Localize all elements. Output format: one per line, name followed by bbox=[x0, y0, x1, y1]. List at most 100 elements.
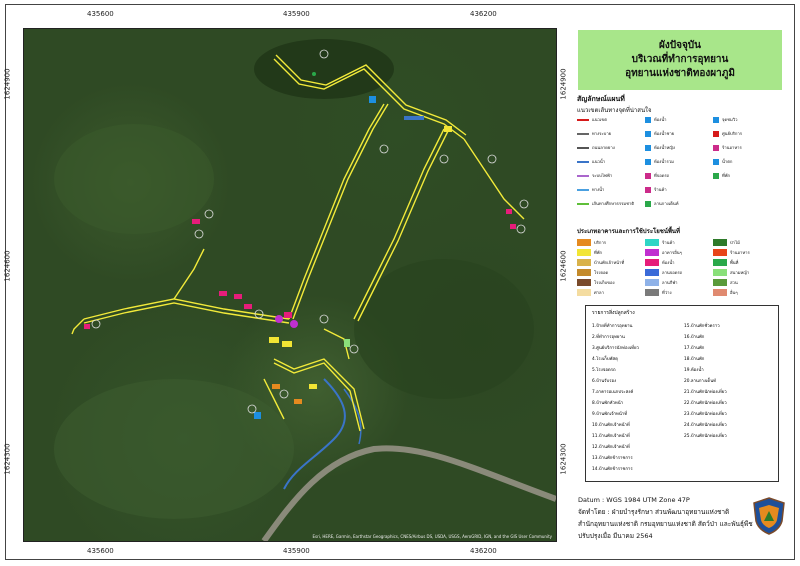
legend-symbol-item: จุดชมวิว bbox=[713, 116, 737, 123]
line-swatch bbox=[577, 146, 589, 149]
poi-swatch-icon bbox=[645, 186, 651, 193]
legend-symbol-item: ห้องน้ำหญิง bbox=[645, 144, 675, 151]
name-list-heading: รายการสิ่งปลูกสร้าง bbox=[592, 310, 635, 316]
y-tick-right-3: 1624300 bbox=[559, 443, 568, 475]
landuse-label: ห้องน้ำ bbox=[662, 260, 675, 265]
legend-symbol-label: ศูนย์บริการ bbox=[722, 131, 743, 136]
legend-symbol-label: ระบบไฟฟ้า bbox=[592, 173, 613, 178]
poi-icons[interactable] bbox=[254, 72, 376, 419]
name-list-item: 10.บ้านพักเจ้าหน้าที่ bbox=[592, 423, 630, 428]
poi-swatch-icon bbox=[645, 116, 651, 123]
name-list-item: 13.บ้านพักข้าราชการ bbox=[592, 456, 633, 461]
landuse-item: ที่ว่าง bbox=[645, 289, 672, 296]
landuse-swatch bbox=[577, 239, 591, 246]
name-list-item: 12.บ้านพักเจ้าหน้าที่ bbox=[592, 445, 630, 450]
landuse-item: อื่นๆ bbox=[713, 289, 738, 296]
legend-symbol-item: แนวน้ำ bbox=[577, 158, 605, 165]
landuse-item: บ้านพักเจ้าหน้าที่ bbox=[577, 259, 624, 266]
legend-symbol-label: แนวน้ำ bbox=[592, 159, 606, 164]
landuse-label: โรงเก็บของ bbox=[594, 280, 615, 285]
name-list-item: 8.บ้านพักหัวหน้า bbox=[592, 401, 624, 406]
landuse-item: บริการ bbox=[577, 239, 606, 246]
legend-heading: สัญลักษณ์แผนที่ bbox=[577, 95, 625, 103]
landuse-label: ที่พัก bbox=[594, 250, 603, 255]
poi-swatch-icon bbox=[713, 130, 719, 137]
forest-patch bbox=[254, 39, 394, 99]
landuse-swatch bbox=[645, 279, 659, 286]
map-overlay bbox=[54, 39, 556, 541]
landuse-swatch bbox=[577, 249, 591, 256]
landuse-swatch bbox=[577, 259, 591, 266]
x-tick-top-2: 435900 bbox=[283, 10, 310, 18]
landuse-label: ร้านอาหาร bbox=[730, 250, 750, 255]
landuse-swatch bbox=[713, 259, 727, 266]
name-list-item: 20.ลานกางเต็นท์ bbox=[684, 379, 716, 384]
landuse-item: ลานกีฬา bbox=[645, 279, 678, 286]
landuse-swatch bbox=[645, 269, 659, 276]
y-tick-left-2: 1624600 bbox=[3, 250, 12, 282]
legend-symbol-item: น้ำตก bbox=[713, 158, 732, 165]
map-footer: Datum : WGS 1984 UTM Zone 47P จัดทำโดย :… bbox=[578, 494, 753, 542]
landuse-swatch bbox=[713, 239, 727, 246]
name-list-item: 11.บ้านพักเจ้าหน้าที่ bbox=[592, 434, 630, 439]
poi-swatch-icon bbox=[713, 144, 719, 151]
name-list-item: 6.บ้านรับรอง bbox=[592, 379, 617, 384]
title-line-2: บริเวณที่ทำการอุทยาน bbox=[631, 54, 729, 65]
landuse-label: ศาลา bbox=[594, 290, 604, 295]
y-tick-right-1: 1624900 bbox=[559, 68, 568, 100]
name-list-item: 2.ที่ทำการอุทยาน bbox=[592, 335, 625, 340]
landuse-item: ร้านอาหาร bbox=[713, 249, 750, 256]
legend-symbol-item: ศูนย์บริการ bbox=[713, 130, 742, 137]
org-text: สำนักอุทยานแห่งชาติ กรมอุทยานแห่งชาติ สั… bbox=[578, 520, 753, 528]
landuse-label: สวน bbox=[730, 280, 738, 285]
legend-symbol-item: ห้องน้ำรวม bbox=[645, 158, 674, 165]
y-tick-left-3: 1624300 bbox=[3, 443, 12, 475]
landuse-swatch bbox=[713, 269, 727, 276]
landuse-label: ลานจอดรถ bbox=[662, 270, 683, 275]
title-line-3: อุทยานแห่งชาติทองผาภูมิ bbox=[625, 68, 735, 79]
line-swatch bbox=[577, 174, 589, 177]
landuse-label: อาคารอื่นๆ bbox=[662, 250, 682, 255]
landuse-swatch bbox=[645, 259, 659, 266]
landuse-heading: ประเภทอาคารและการใช้ประโยชน์พื้นที่ bbox=[577, 228, 680, 235]
name-list-item: 25.บ้านพักนักท่องเที่ยว bbox=[684, 434, 727, 439]
forest-patch bbox=[54, 379, 294, 519]
legend-symbol-label: ทางระบาย bbox=[592, 131, 612, 136]
poi-swatch-icon bbox=[713, 158, 719, 165]
name-list-item: 9.บ้านพักเจ้าหน้าที่ bbox=[592, 412, 628, 417]
y-tick-right-2: 1624600 bbox=[559, 250, 568, 282]
name-list-item: 23.บ้านพักนักท่องเที่ยว bbox=[684, 412, 727, 417]
name-list-item: 14.บ้านพักข้าราชการ bbox=[592, 467, 633, 472]
satellite-map[interactable]: Esri, HERE, Garmin, Earthstar Geographic… bbox=[23, 28, 557, 542]
name-list-item: 4.โรงเก็บพัสดุ bbox=[592, 357, 618, 362]
legend-symbol-item: ทางระบาย bbox=[577, 130, 611, 137]
landuse-item: โรงจอด bbox=[577, 269, 608, 276]
x-tick-bottom-1: 435600 bbox=[87, 547, 114, 555]
legend-symbol-item: ลานกางเต็นท์ bbox=[645, 200, 679, 207]
building-name-list: รายการสิ่งปลูกสร้าง 1.ป้ายที่ทำการอุทยาน… bbox=[585, 305, 779, 482]
legend-symbol-item: ห้องน้ำชาย bbox=[645, 130, 674, 137]
name-list-item: 17.บ้านพัก bbox=[684, 346, 705, 351]
poi-swatch-icon bbox=[645, 172, 651, 179]
landuse-swatch bbox=[645, 239, 659, 246]
landuse-item: ห้องน้ำ bbox=[645, 259, 675, 266]
landuse-swatch bbox=[713, 289, 727, 296]
landuse-label: อื่นๆ bbox=[730, 290, 738, 295]
landuse-label: ลานกีฬา bbox=[662, 280, 678, 285]
name-list-item: 3.ศูนย์บริการนักท่องเที่ยว bbox=[592, 346, 639, 351]
landuse-item: ป่าไม้ bbox=[713, 239, 740, 246]
landuse-label: ร้านค้า bbox=[662, 240, 675, 245]
legend-symbol-label: ร้านอาหาร bbox=[722, 145, 742, 150]
name-list-item: 16.บ้านพัก bbox=[684, 335, 705, 340]
landuse-swatch bbox=[577, 289, 591, 296]
legend-symbol-label: ทางน้ำ bbox=[592, 187, 605, 192]
legend-symbol-item: ร้านอาหาร bbox=[713, 144, 742, 151]
legend-symbol-label: น้ำตก bbox=[722, 159, 733, 164]
landuse-item: สนามหญ้า bbox=[713, 269, 749, 276]
stream bbox=[343, 388, 362, 445]
legend-symbol-label: ห้องน้ำรวม bbox=[654, 159, 674, 164]
legend-symbol-item: ทางน้ำ bbox=[577, 186, 604, 193]
name-list-item: 7.อาคารอเนกประสงค์ bbox=[592, 390, 634, 395]
poi-swatch-icon bbox=[645, 144, 651, 151]
name-list-item: 21.บ้านพักนักท่องเที่ยว bbox=[684, 390, 727, 395]
